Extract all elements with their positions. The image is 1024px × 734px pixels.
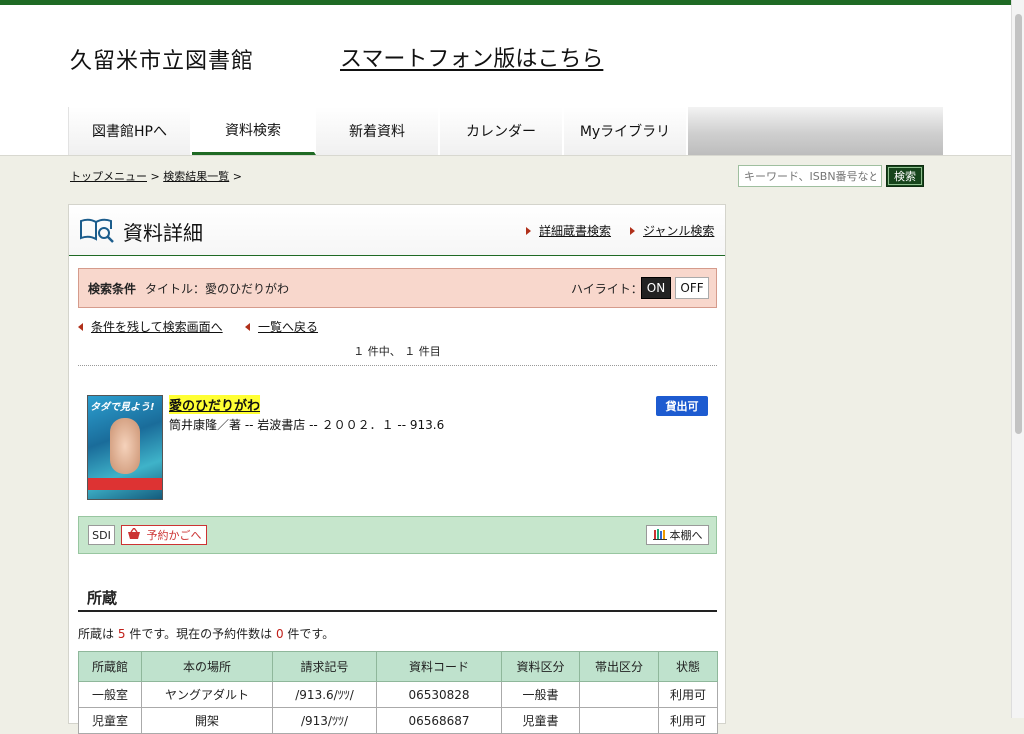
back-to-list-link[interactable]: 一覧へ戻る (245, 318, 318, 335)
table-cell: 06568687 (376, 707, 502, 734)
bookshelf-button[interactable]: 本棚へ (646, 525, 709, 545)
table-row: 一般室 ヤングアダルト /913.6/ﾂﾂ/ 06530828 一般書 利用可 (78, 681, 718, 708)
table-cell: 児童室 (78, 707, 142, 734)
table-cell: /913.6/ﾂﾂ/ (272, 681, 377, 708)
keyword-search-input[interactable] (738, 165, 882, 187)
search-conditions-label: 検索条件 (88, 282, 137, 296)
table-cell: ヤングアダルト (141, 681, 273, 708)
table-cell: 開架 (141, 707, 273, 734)
material-detail-panel: 資料詳細 詳細蔵書検索 ジャンル検索 検索条件 タイトル：愛のひだりがわ ハイラ… (68, 204, 726, 734)
table-cell: 利用可 (658, 707, 718, 734)
highlight-label: ハイライト： (571, 282, 643, 296)
open-book-search-icon (79, 217, 115, 247)
triangle-right-icon (630, 227, 635, 235)
table-cell: 利用可 (658, 681, 718, 708)
table-row: 児童室 開架 /913/ﾂﾂ/ 06568687 児童書 利用可 (78, 707, 718, 734)
table-cell: 一般書 (501, 681, 580, 708)
tab-calendar[interactable]: カレンダー (440, 107, 564, 155)
highlight-on-button[interactable]: ON (641, 277, 671, 299)
holdings-count: 5 (117, 627, 126, 641)
column-header: 帯出区分 (579, 651, 659, 682)
page-scrollbar[interactable] (1011, 0, 1024, 718)
advanced-search-link[interactable]: 詳細蔵書検索 (526, 222, 611, 239)
column-header: 資料区分 (501, 651, 580, 682)
book-cover-image[interactable]: タダで見よう! (87, 395, 163, 500)
column-header: 資料コード (376, 651, 502, 682)
column-header: 状態 (658, 651, 718, 682)
table-header-row: 所蔵館 本の場所 請求記号 資料コード 資料区分 帯出区分 状態 (78, 651, 718, 682)
column-header: 請求記号 (272, 651, 377, 682)
tab-material-search[interactable]: 資料検索 (192, 107, 316, 155)
book-title[interactable]: 愛のひだりがわ (169, 395, 261, 414)
highlight-off-button[interactable]: OFF (675, 277, 709, 299)
table-cell (579, 681, 659, 708)
basket-icon (127, 526, 141, 543)
book-meta: 筒井康隆／著 -- 岩波書店 -- ２００２．１ -- 913.6 (169, 418, 445, 432)
divider (78, 365, 717, 366)
column-header: 所蔵館 (78, 651, 142, 682)
keep-conditions-link[interactable]: 条件を残して検索画面へ (78, 318, 223, 335)
panel-title: 資料詳細 (123, 221, 203, 245)
search-conditions-box: 検索条件 タイトル：愛のひだりがわ ハイライト： ON OFF (78, 268, 717, 308)
main-nav: 図書館HPへ 資料検索 新着資料 カレンダー Myライブラリ (68, 107, 943, 155)
breadcrumb-search-results[interactable]: 検索結果一覧 (163, 170, 229, 183)
tab-my-library[interactable]: Myライブラリ (564, 107, 688, 155)
breadcrumb-separator: > (232, 170, 242, 183)
table-cell: 一般室 (78, 681, 142, 708)
reserve-cart-button[interactable]: 予約かごへ (121, 525, 207, 545)
table-cell: 児童書 (501, 707, 580, 734)
holdings-summary: 所蔵は 5 件です。現在の予約件数は 0 件です。 (78, 627, 335, 641)
cover-band (88, 478, 162, 490)
actions-bar: SDI 予約かごへ 本棚へ (78, 516, 717, 554)
triangle-left-icon (78, 323, 83, 331)
site-title: 久留米市立図書館 (70, 49, 255, 74)
table-cell (579, 707, 659, 734)
scrollbar-thumb[interactable] (1015, 14, 1022, 434)
result-count: １ 件中、 １ 件目 (353, 345, 441, 358)
search-conditions-text: タイトル：愛のひだりがわ (145, 282, 290, 296)
breadcrumb-top-menu[interactable]: トップメニュー (70, 170, 147, 183)
bookshelf-icon (652, 528, 667, 543)
sdi-button[interactable]: SDI (88, 525, 115, 545)
triangle-right-icon (526, 227, 531, 235)
smartphone-version-link[interactable]: スマートフォン版はこちら (340, 41, 603, 73)
genre-search-link[interactable]: ジャンル検索 (630, 222, 714, 239)
tab-library-hp[interactable]: 図書館HPへ (68, 107, 192, 155)
holdings-table: 所蔵館 本の場所 請求記号 資料コード 資料区分 帯出区分 状態 一般室 ヤング… (78, 651, 718, 734)
reserve-count: 0 (275, 627, 284, 641)
tab-new-arrivals[interactable]: 新着資料 (316, 107, 440, 155)
panel-header: 資料詳細 詳細蔵書検索 ジャンル検索 (69, 205, 725, 256)
cover-figure (110, 418, 140, 474)
section-underline (78, 610, 717, 612)
breadcrumb: トップメニュー > 検索結果一覧 > (70, 168, 242, 184)
triangle-left-icon (245, 323, 250, 331)
holdings-section-title: 所蔵 (87, 589, 118, 607)
table-cell: 06530828 (376, 681, 502, 708)
breadcrumb-separator: > (150, 170, 160, 183)
search-button[interactable]: 検索 (886, 165, 924, 187)
column-header: 本の場所 (141, 651, 273, 682)
availability-badge: 貸出可 (656, 396, 708, 416)
cover-text: タダで見よう! (90, 402, 155, 413)
table-cell: /913/ﾂﾂ/ (272, 707, 377, 734)
